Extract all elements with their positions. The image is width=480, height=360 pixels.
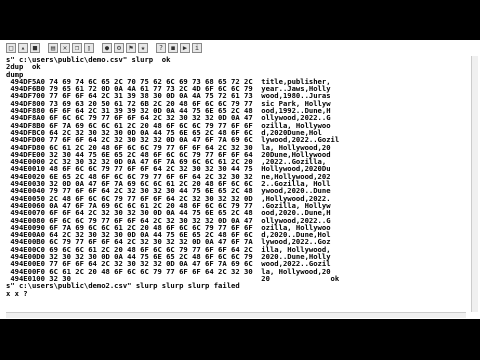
help-icon[interactable]: ?: [156, 43, 166, 53]
toolbar: □ ▴ ■ ▤ ✕ ❐ ▯ ● ⚙ ⚑ ★ ? ◼ ▶ i: [6, 42, 202, 54]
new-icon[interactable]: □: [6, 43, 16, 53]
cut-icon[interactable]: ✕: [60, 43, 70, 53]
find-icon[interactable]: ●: [102, 43, 112, 53]
vertical-scrollbar[interactable]: [471, 56, 478, 312]
copy-icon[interactable]: ❐: [72, 43, 82, 53]
open-icon[interactable]: ▴: [18, 43, 28, 53]
paste-icon[interactable]: ▯: [84, 43, 94, 53]
save-icon[interactable]: ■: [30, 43, 40, 53]
stop-icon[interactable]: ◼: [168, 43, 178, 53]
info-icon[interactable]: i: [192, 43, 202, 53]
star-icon[interactable]: ★: [138, 43, 148, 53]
tools-icon[interactable]: ⚙: [114, 43, 124, 53]
horizontal-scrollbar[interactable]: [6, 312, 466, 318]
console-text: s" c:\users\public\demo.csv" slurp ok 2d…: [6, 56, 472, 297]
print-icon[interactable]: ▤: [48, 43, 58, 53]
console-output[interactable]: s" c:\users\public\demo.csv" slurp ok 2d…: [6, 56, 472, 316]
run-icon[interactable]: ▶: [180, 43, 190, 53]
console-line: x x ?: [6, 288, 28, 298]
bookmark-icon[interactable]: ⚑: [126, 43, 136, 53]
console-line: s" c:\users\public\demo2.csv" slurp slur…: [6, 281, 240, 291]
